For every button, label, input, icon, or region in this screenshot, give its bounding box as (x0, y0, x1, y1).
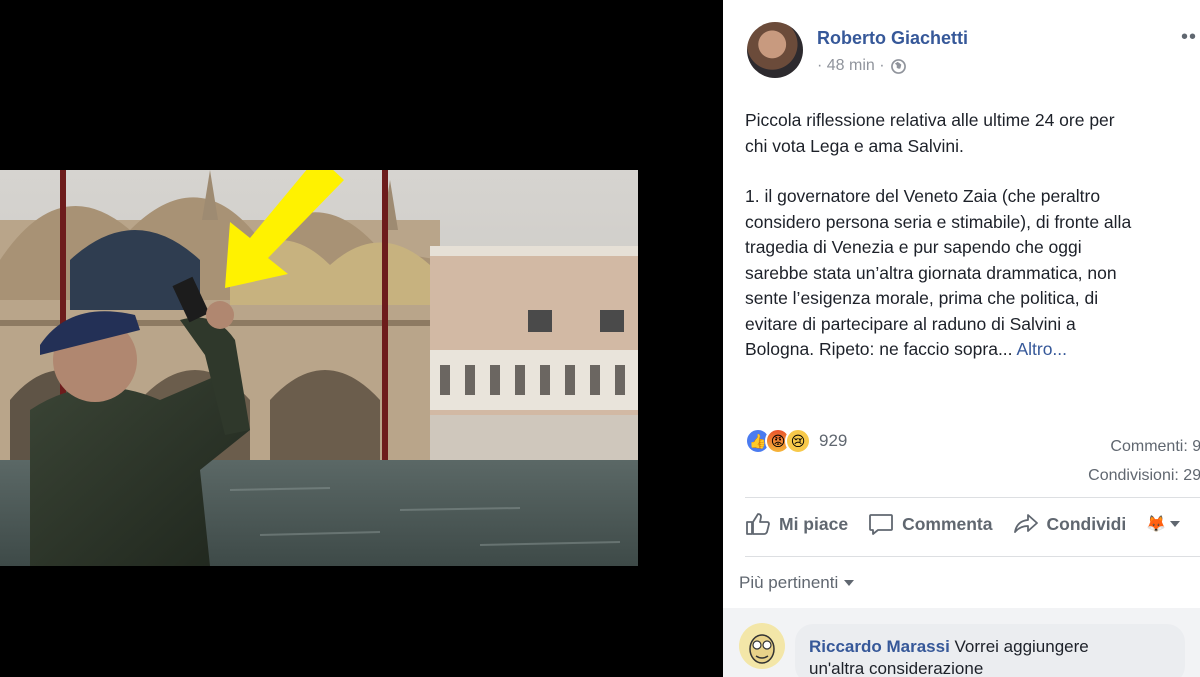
commenter-name[interactable]: Riccardo Marassi (809, 637, 950, 656)
comment-icon (869, 514, 893, 535)
more-dots-icon[interactable]: •• (1181, 26, 1197, 49)
post-photo[interactable] (0, 170, 638, 566)
post-line: Piccola riflessione relativa alle ultime… (745, 110, 1115, 130)
thumbs-up-icon (746, 513, 770, 535)
cartoon-face-icon (739, 623, 785, 669)
post-time[interactable]: · 48 min · (817, 57, 885, 75)
comment-sort-dropdown[interactable]: Più pertinenti (739, 573, 855, 593)
screenshot-stage: Roberto Giachetti · 48 min · •• Piccola … (0, 0, 1200, 677)
sad-reaction-icon: 😢 (785, 428, 811, 454)
face-icon: 🦊 (1146, 516, 1167, 533)
like-label: Mi piace (779, 513, 849, 534)
sort-label: Più pertinenti (739, 573, 839, 592)
shares-count[interactable]: Condivisioni: 293 (1088, 461, 1200, 490)
see-more-link[interactable]: Altro... (1016, 339, 1067, 359)
post-line: evitare di partecipare al raduno di Salv… (745, 313, 1076, 334)
share-button[interactable]: Condividi (1013, 512, 1127, 536)
comment-label: Commenta (902, 513, 993, 534)
reaction-selector[interactable]: 🦊 (1146, 514, 1181, 534)
reactions-summary[interactable]: 👍 😡 😢 929 (745, 428, 847, 454)
post-counts: Commenti: 99 Condivisioni: 293 (1088, 432, 1200, 490)
post-panel: Roberto Giachetti · 48 min · •• Piccola … (723, 0, 1200, 677)
divider (745, 497, 1200, 498)
post-meta: · 48 min · (817, 57, 906, 75)
comment-bubble: Riccardo Marassi Vorrei aggiungere un'al… (795, 624, 1185, 677)
comments-count[interactable]: Commenti: 99 (1088, 432, 1200, 461)
post-line: tragedia di Venezia e pur sapendo che og… (745, 237, 1082, 257)
divider (745, 556, 1200, 557)
venice-flood-image (0, 170, 638, 566)
reaction-count: 929 (819, 431, 848, 450)
commenter-avatar[interactable] (739, 623, 785, 669)
share-label: Condividi (1046, 513, 1127, 534)
post-line: 1. il governatore del Veneto Zaia (che p… (745, 186, 1101, 206)
comment-button[interactable]: Commenta (868, 512, 993, 536)
chevron-down-icon (1170, 521, 1181, 527)
post-line: chi vota Lega e ama Salvini. (745, 135, 964, 156)
author-avatar[interactable] (747, 22, 803, 78)
comment-text: Vorrei aggiungere (954, 637, 1089, 656)
like-button[interactable]: Mi piace (745, 512, 848, 536)
chevron-down-icon (844, 580, 855, 586)
globe-icon (890, 58, 906, 74)
action-bar: Mi piace Commenta Condividi 🦊 (745, 512, 1181, 536)
author-name[interactable]: Roberto Giachetti (817, 28, 968, 49)
post-line: considero persona seria e stimabile), di… (745, 211, 1132, 232)
post-line: Bologna. Ripeto: ne faccio sopra... (745, 339, 1013, 359)
post-line: sente l’esigenza morale, prima che polit… (745, 288, 1099, 308)
post-line: sarebbe stata un’altra giornata drammati… (745, 262, 1117, 283)
comment-text-2: un'altra considerazione (809, 659, 984, 677)
post-body: Piccola riflessione relativa alle ultime… (745, 108, 1200, 388)
share-icon (1013, 514, 1038, 533)
